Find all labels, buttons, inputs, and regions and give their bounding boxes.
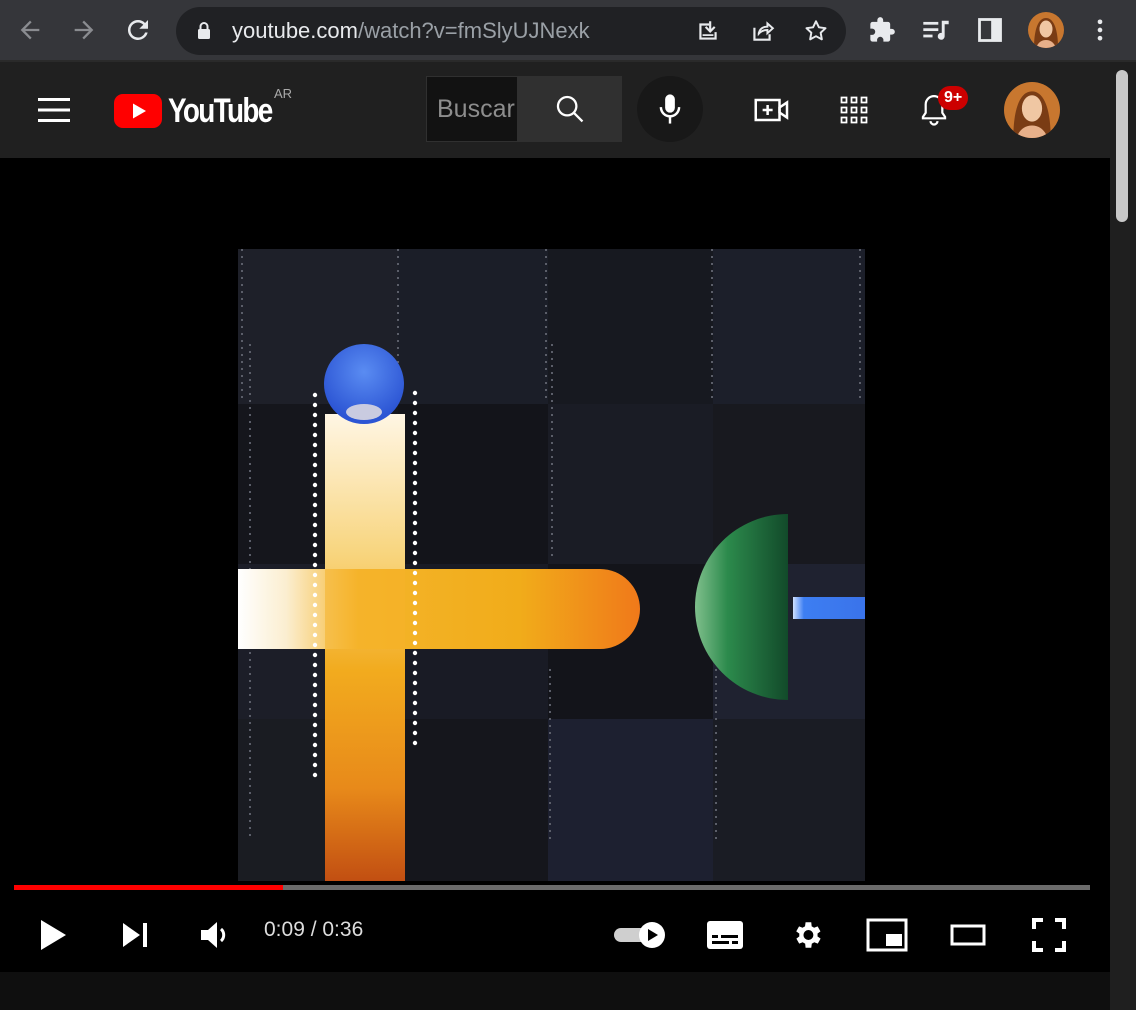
url-path: /watch?v=fmSlyUJNexk [357, 18, 590, 43]
notification-count-badge: 9+ [938, 86, 969, 110]
mute-button[interactable] [190, 910, 240, 960]
next-button[interactable] [110, 910, 160, 960]
media-controls-icon [923, 20, 949, 40]
next-icon [123, 923, 147, 947]
create-button[interactable] [752, 90, 792, 130]
address-bar[interactable]: youtube.com/watch?v=fmSlyUJNexk [176, 7, 846, 55]
video-content[interactable] [238, 249, 865, 881]
theater-mode-icon [950, 924, 986, 946]
back-arrow-icon [20, 20, 40, 40]
apps-grid-icon [840, 96, 868, 124]
bookmark-star-icon [805, 20, 827, 41]
chrome-menu-button[interactable] [1082, 12, 1118, 48]
scrollbar-thumb[interactable] [1116, 70, 1128, 222]
extensions-icon [870, 17, 895, 42]
profile-photo [1004, 82, 1060, 138]
volume-icon [201, 922, 226, 948]
subtitles-button[interactable] [700, 910, 750, 960]
autoplay-toggle-icon [614, 922, 665, 948]
fullscreen-icon [1032, 918, 1066, 952]
youtube-masthead: YouTube AR 9+ [0, 62, 1110, 158]
autoplay-toggle[interactable] [612, 910, 670, 960]
search-button[interactable] [518, 76, 622, 142]
forward-arrow-icon [74, 20, 94, 40]
guide-menu-button[interactable] [32, 92, 76, 128]
media-controls-button[interactable] [918, 12, 954, 48]
play-icon [41, 920, 66, 950]
voice-search-button[interactable] [637, 76, 703, 142]
hamburger-menu-icon [38, 98, 70, 122]
share-icon [753, 21, 775, 41]
profile-photo [1028, 12, 1064, 48]
youtube-logo[interactable]: YouTube [114, 92, 294, 130]
microphone-icon [659, 94, 681, 124]
progress-bar[interactable] [14, 885, 1090, 890]
page-scrollbar[interactable] [1110, 62, 1136, 1010]
search-input[interactable] [437, 91, 517, 127]
share-button[interactable] [746, 15, 778, 47]
url-domain: youtube.com [232, 18, 358, 43]
page-below-player [0, 972, 1110, 1010]
settings-gear-icon [796, 922, 821, 948]
fullscreen-button[interactable] [1024, 910, 1074, 960]
bookmark-button[interactable] [800, 15, 832, 47]
theater-mode-button[interactable] [943, 910, 993, 960]
side-panel-button[interactable] [972, 12, 1008, 48]
reload-icon [127, 19, 148, 40]
side-panel-icon [978, 18, 1002, 42]
search-icon [556, 95, 584, 123]
miniplayer-icon [866, 918, 908, 952]
extensions-button[interactable] [864, 12, 900, 48]
url-text: youtube.com/watch?v=fmSlyUJNexk [232, 18, 590, 44]
video-frame-graphic [238, 249, 865, 881]
time-display: 0:09 / 0:36 [264, 918, 364, 941]
install-app-icon [699, 21, 717, 40]
settings-button[interactable] [782, 910, 832, 960]
browser-toolbar: youtube.com/watch?v=fmSlyUJNexk [0, 0, 1136, 62]
progress-played [14, 885, 283, 890]
country-code: AR [274, 86, 293, 101]
youtube-wordmark: YouTube [168, 91, 273, 130]
miniplayer-button[interactable] [862, 910, 912, 960]
account-avatar[interactable] [1004, 82, 1060, 138]
search-box[interactable] [426, 76, 518, 142]
lock-icon [198, 22, 210, 39]
subtitles-icon [707, 921, 743, 949]
forward-button[interactable] [66, 12, 102, 48]
install-app-button[interactable] [692, 15, 724, 47]
youtube-play-logo-icon [114, 94, 162, 128]
youtube-apps-button[interactable] [834, 90, 874, 130]
chrome-menu-icon [1097, 19, 1103, 41]
chrome-profile-avatar[interactable] [1028, 12, 1064, 48]
play-button[interactable] [28, 910, 78, 960]
reload-button[interactable] [120, 12, 156, 48]
create-video-icon [754, 98, 789, 122]
back-button[interactable] [12, 12, 48, 48]
video-player[interactable]: 0:09 / 0:36 [0, 158, 1110, 972]
